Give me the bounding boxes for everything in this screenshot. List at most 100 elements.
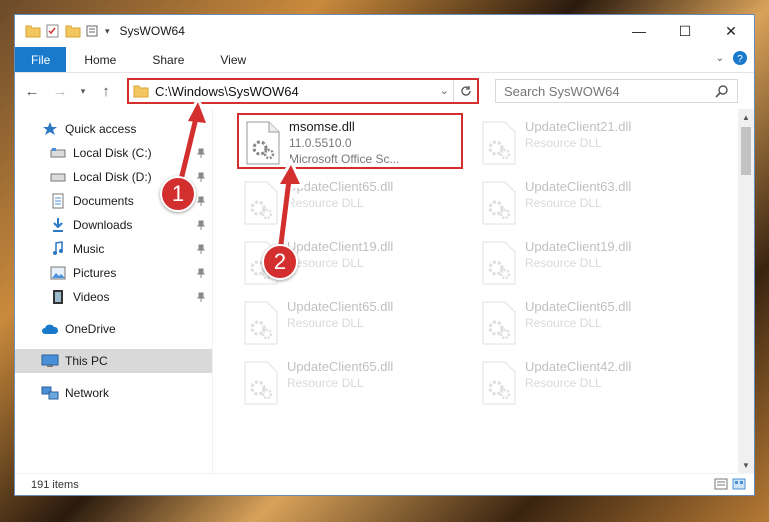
expand-ribbon-icon[interactable]: ⌄	[716, 53, 724, 64]
forward-arrow-icon[interactable]: →	[49, 80, 71, 102]
file-tile[interactable]: UpdateClient21.dll Resource DLL	[475, 115, 699, 171]
documents-icon	[49, 193, 67, 209]
file-name: UpdateClient65.dll	[287, 179, 394, 194]
search-input[interactable]	[504, 83, 704, 99]
file-tile[interactable]: UpdateClient19.dll Resource DLL	[475, 235, 699, 291]
sidebar-item-this-pc[interactable]: This PC	[15, 349, 212, 373]
tab-home[interactable]: Home	[66, 47, 134, 72]
sidebar-item-network[interactable]: Network	[15, 381, 212, 405]
pin-icon[interactable]	[196, 171, 206, 185]
help-icon[interactable]: ?	[732, 50, 748, 66]
tab-share[interactable]: Share	[134, 47, 202, 72]
tab-file[interactable]: File	[15, 47, 67, 72]
sidebar-item-label: Documents	[73, 194, 134, 208]
new-folder-icon[interactable]	[65, 24, 81, 38]
network-icon	[41, 385, 59, 401]
file-type: Resource DLL	[525, 316, 602, 330]
explorer-body: Quick access Local Disk (C:) Local Disk …	[15, 109, 754, 473]
step-callout-2: 2	[262, 244, 298, 280]
pin-icon[interactable]	[196, 219, 206, 233]
pin-icon[interactable]	[196, 195, 206, 209]
details-view-icon[interactable]	[714, 478, 728, 490]
file-name: UpdateClient21.dll	[525, 119, 632, 134]
sidebar-item-label: This PC	[65, 354, 108, 368]
computer-icon	[41, 353, 59, 369]
scroll-down-icon[interactable]: ▼	[738, 457, 754, 473]
ribbon-tabs: File Home Share View ⌄ ?	[15, 47, 754, 73]
file-name: UpdateClient65.dll	[287, 299, 394, 314]
search-box[interactable]	[495, 79, 738, 103]
file-tile[interactable]: UpdateClient65.dll Resource DLL	[237, 175, 461, 231]
tab-view[interactable]: View	[202, 47, 264, 72]
sidebar-item-downloads[interactable]: Downloads	[15, 213, 212, 237]
sidebar-item-label: Quick access	[65, 122, 137, 136]
sidebar-item-music[interactable]: Music	[15, 237, 212, 261]
file-version: 11.0.5510.0	[289, 136, 352, 150]
sidebar-item-onedrive[interactable]: OneDrive	[15, 317, 212, 341]
address-bar[interactable]: C:\Windows\SysWOW64 ⌄	[127, 78, 479, 104]
file-tile-msomse[interactable]: msomse.dll 11.0.5510.0 Microsoft Office …	[237, 113, 463, 169]
sidebar-item-videos[interactable]: Videos	[15, 285, 212, 309]
download-icon	[49, 217, 67, 233]
minimize-button[interactable]: —	[616, 15, 662, 47]
file-name: UpdateClient19.dll	[287, 239, 394, 254]
scrollbar-thumb[interactable]	[741, 127, 751, 175]
pin-icon[interactable]	[196, 243, 206, 257]
file-list: msomse.dll 11.0.5510.0 Microsoft Office …	[213, 109, 754, 473]
sidebar-item-label: Local Disk (C:)	[73, 146, 152, 160]
pin-icon[interactable]	[196, 291, 206, 305]
sidebar-item-label: Pictures	[73, 266, 117, 280]
file-name: UpdateClient19.dll	[525, 239, 632, 254]
tiles-view-icon[interactable]	[732, 478, 746, 490]
file-type: Resource DLL	[525, 136, 602, 150]
address-dropdown-icon[interactable]: ⌄	[440, 84, 449, 97]
file-tile[interactable]: UpdateClient63.dll Resource DLL	[475, 175, 699, 231]
dll-file-icon	[244, 181, 278, 225]
sidebar-item-pictures[interactable]: Pictures	[15, 261, 212, 285]
status-bar: 191 items	[15, 473, 754, 495]
dll-file-icon	[482, 181, 516, 225]
file-name: UpdateClient63.dll	[525, 179, 632, 194]
file-name: msomse.dll	[289, 119, 355, 134]
refresh-icon	[460, 86, 471, 96]
pin-icon[interactable]	[196, 147, 206, 161]
vertical-scrollbar[interactable]: ▲ ▼	[738, 109, 754, 473]
close-button[interactable]: ✕	[708, 15, 754, 47]
window-title: SysWOW64	[119, 24, 185, 38]
pin-icon[interactable]	[196, 267, 206, 281]
dll-file-icon	[482, 121, 516, 165]
file-tile[interactable]: UpdateClient65.dll Resource DLL	[475, 295, 699, 351]
maximize-button[interactable]: ☐	[662, 15, 708, 47]
folder-icon	[25, 25, 41, 38]
customize-toolbar-icon[interactable]	[85, 24, 101, 38]
music-icon	[49, 241, 67, 257]
file-tile[interactable]: UpdateClient65.dll Resource DLL	[237, 295, 461, 351]
file-name: UpdateClient42.dll	[525, 359, 632, 374]
sidebar-item-local-disk-c[interactable]: Local Disk (C:)	[15, 141, 212, 165]
scroll-up-icon[interactable]: ▲	[738, 109, 754, 125]
sidebar-item-label: Videos	[73, 290, 110, 304]
refresh-button[interactable]	[453, 80, 477, 102]
file-type: Resource DLL	[287, 196, 364, 210]
dll-file-icon	[482, 241, 516, 285]
navigation-pane: Quick access Local Disk (C:) Local Disk …	[15, 109, 213, 473]
search-icon	[715, 85, 728, 98]
dll-file-icon	[482, 301, 516, 345]
back-arrow-icon[interactable]: ←	[21, 80, 43, 102]
file-type: Resource DLL	[525, 376, 602, 390]
file-type: Resource DLL	[287, 376, 364, 390]
qa-dropdown-icon[interactable]: ▾	[105, 26, 110, 37]
file-tile[interactable]: UpdateClient42.dll Resource DLL	[475, 355, 699, 411]
recent-locations-icon[interactable]: ▾	[77, 80, 89, 102]
sidebar-item-label: OneDrive	[65, 322, 116, 336]
sidebar-item-quick-access[interactable]: Quick access	[15, 117, 212, 141]
file-tile[interactable]: UpdateClient65.dll Resource DLL	[237, 355, 461, 411]
dll-file-icon	[244, 361, 278, 405]
up-arrow-icon[interactable]: ↑	[95, 80, 117, 102]
file-type: Resource DLL	[525, 256, 602, 270]
dll-file-icon	[482, 361, 516, 405]
folder-icon	[133, 85, 149, 98]
file-type: Resource DLL	[287, 256, 364, 270]
quick-access-toolbar: ▾	[15, 24, 110, 38]
properties-icon[interactable]	[45, 24, 61, 38]
